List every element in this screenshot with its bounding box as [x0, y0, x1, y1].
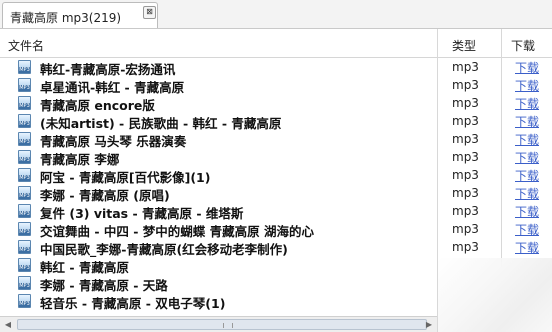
tab-label: 青藏高原 mp3(219) — [10, 11, 122, 25]
file-type: mp3 — [452, 60, 479, 74]
mp3-file-icon — [18, 186, 31, 200]
mp3-file-icon — [18, 132, 31, 146]
file-type: mp3 — [452, 78, 479, 92]
mp3-file-icon — [18, 78, 31, 92]
horizontal-scrollbar[interactable]: ◀ ▶ — [0, 316, 437, 332]
column-header-download[interactable]: 下载 — [511, 37, 535, 54]
table-header: 文件名 类型 下载 — [0, 29, 552, 58]
close-tab-icon[interactable]: ⊠ — [143, 6, 156, 19]
table-row[interactable]: (未知artist) - 民族歌曲 - 韩红 - 青藏高原mp3下载 — [0, 112, 552, 131]
mp3-file-icon — [18, 294, 31, 308]
file-type: mp3 — [452, 132, 479, 146]
file-type: mp3 — [452, 114, 479, 128]
mp3-file-icon — [18, 114, 31, 128]
file-type: mp3 — [452, 240, 479, 254]
table-row[interactable]: 李娜 - 青藏高原 (原唱)mp3下载 — [0, 184, 552, 203]
scroll-left-icon[interactable]: ◀ — [1, 318, 15, 331]
table-row[interactable]: 中国民歌_李娜-青藏高原(红会移动老李制作)mp3下载 — [0, 238, 552, 257]
file-type: mp3 — [452, 186, 479, 200]
file-type: mp3 — [452, 150, 479, 164]
download-link[interactable]: 下载 — [515, 203, 539, 220]
download-link[interactable]: 下载 — [515, 95, 539, 112]
tab-search-results[interactable]: 青藏高原 mp3(219) ⊠ — [2, 2, 158, 28]
table-row[interactable]: 交谊舞曲 - 中四 - 梦中的蝴蝶 青藏高原 湖海的心mp3下载 — [0, 220, 552, 239]
table-row[interactable]: 复件 (3) vitas - 青藏高原 - 维塔斯mp3下载 — [0, 202, 552, 221]
download-link[interactable]: 下载 — [515, 131, 539, 148]
mp3-file-icon — [18, 204, 31, 218]
mp3-file-icon — [18, 168, 31, 182]
scrollbar-thumb[interactable] — [17, 319, 427, 330]
download-link[interactable]: 下载 — [515, 185, 539, 202]
file-name: 轻音乐 - 青藏高原 - 双电子琴(1) — [40, 296, 226, 311]
table-row[interactable]: 青藏高原 李娜mp3下载 — [0, 148, 552, 167]
table-row[interactable]: 卓星通讯-韩红 - 青藏高原mp3下载 — [0, 76, 552, 95]
download-link[interactable]: 下载 — [515, 149, 539, 166]
scrollbar-grip — [223, 323, 233, 328]
download-link[interactable]: 下载 — [515, 59, 539, 76]
mp3-file-icon — [18, 222, 31, 236]
table-row[interactable]: 青藏高原 encore版mp3下载 — [0, 94, 552, 113]
table-row[interactable]: 韩红-青藏高原-宏扬通讯mp3下载 — [0, 58, 552, 77]
mp3-file-icon — [18, 150, 31, 164]
mp3-file-icon — [18, 258, 31, 272]
tab-bar: 青藏高原 mp3(219) ⊠ — [0, 0, 552, 29]
mp3-file-icon — [18, 96, 31, 110]
scroll-right-icon[interactable]: ▶ — [422, 318, 436, 331]
file-type: mp3 — [452, 168, 479, 182]
file-type: mp3 — [452, 222, 479, 236]
mp3-file-icon — [18, 276, 31, 290]
download-link[interactable]: 下载 — [515, 221, 539, 238]
file-type: mp3 — [452, 204, 479, 218]
download-link[interactable]: 下载 — [515, 239, 539, 256]
column-header-type[interactable]: 类型 — [452, 37, 476, 54]
download-link[interactable]: 下载 — [515, 77, 539, 94]
download-link[interactable]: 下载 — [515, 113, 539, 130]
blurred-area — [438, 258, 552, 332]
mp3-file-icon — [18, 240, 31, 254]
table-row[interactable]: 青藏高原 马头琴 乐器演奏mp3下载 — [0, 130, 552, 149]
file-type: mp3 — [452, 96, 479, 110]
mp3-file-icon — [18, 60, 31, 74]
column-header-filename[interactable]: 文件名 — [8, 37, 44, 54]
download-link[interactable]: 下载 — [515, 167, 539, 184]
table-row[interactable]: 阿宝 - 青藏高原[百代影像](1)mp3下载 — [0, 166, 552, 185]
